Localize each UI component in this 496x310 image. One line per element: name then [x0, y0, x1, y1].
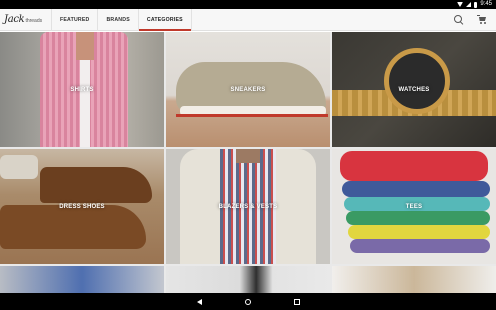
category-tile-partial[interactable]: [0, 266, 164, 293]
cart-icon[interactable]: [477, 15, 487, 24]
category-label: TEES: [405, 203, 423, 210]
category-tile-dress-shoes[interactable]: DRESS SHOES: [0, 149, 164, 264]
tab-featured-label: FEATURED: [60, 16, 90, 23]
category-tile-blazers-vests[interactable]: BLAZERS & VESTS: [166, 149, 330, 264]
search-icon[interactable]: [454, 15, 463, 24]
category-tile-watches[interactable]: WATCHES: [332, 32, 496, 147]
home-icon[interactable]: [244, 298, 251, 305]
dress-shoe-image: [0, 205, 146, 249]
category-tile-tees[interactable]: TEES: [332, 149, 496, 264]
signal-icon: [466, 2, 472, 7]
app-bar: Jack threads FEATURED BRANDS CATEGORIES: [0, 8, 496, 31]
category-label: BLAZERS & VESTS: [218, 203, 278, 210]
status-time: 9:45: [480, 1, 492, 7]
tab-featured[interactable]: FEATURED: [52, 8, 99, 31]
category-label: SNEAKERS: [230, 86, 266, 93]
category-tile-sneakers[interactable]: SNEAKERS: [166, 32, 330, 147]
category-label: DRESS SHOES: [59, 203, 105, 210]
recent-apps-icon[interactable]: [293, 298, 300, 305]
tab-brands-label: BRANDS: [106, 16, 130, 23]
tab-categories[interactable]: CATEGORIES: [138, 8, 192, 31]
app-logo[interactable]: Jack threads: [0, 8, 52, 31]
tab-categories-label: CATEGORIES: [146, 16, 183, 23]
logo-script: Jack: [4, 14, 25, 25]
logo-sub: threads: [25, 18, 43, 24]
tee-stack-image: [340, 151, 488, 181]
battery-icon: [474, 1, 478, 8]
wifi-icon: [457, 2, 464, 7]
back-icon[interactable]: [196, 298, 202, 305]
app-bar-actions: [454, 15, 496, 24]
category-tile-partial[interactable]: [166, 266, 330, 293]
category-grid: SHIRTS SNEAKERS WATCHES DRESS SHOES BLAZ…: [0, 32, 496, 293]
category-tile-partial[interactable]: [332, 266, 496, 293]
navigation-bar: [0, 293, 496, 310]
category-label: WATCHES: [398, 86, 430, 93]
category-label: SHIRTS: [70, 86, 94, 93]
watch-image: [384, 48, 450, 114]
tab-brands[interactable]: BRANDS: [98, 8, 139, 31]
category-tile-shirts[interactable]: SHIRTS: [0, 32, 164, 147]
